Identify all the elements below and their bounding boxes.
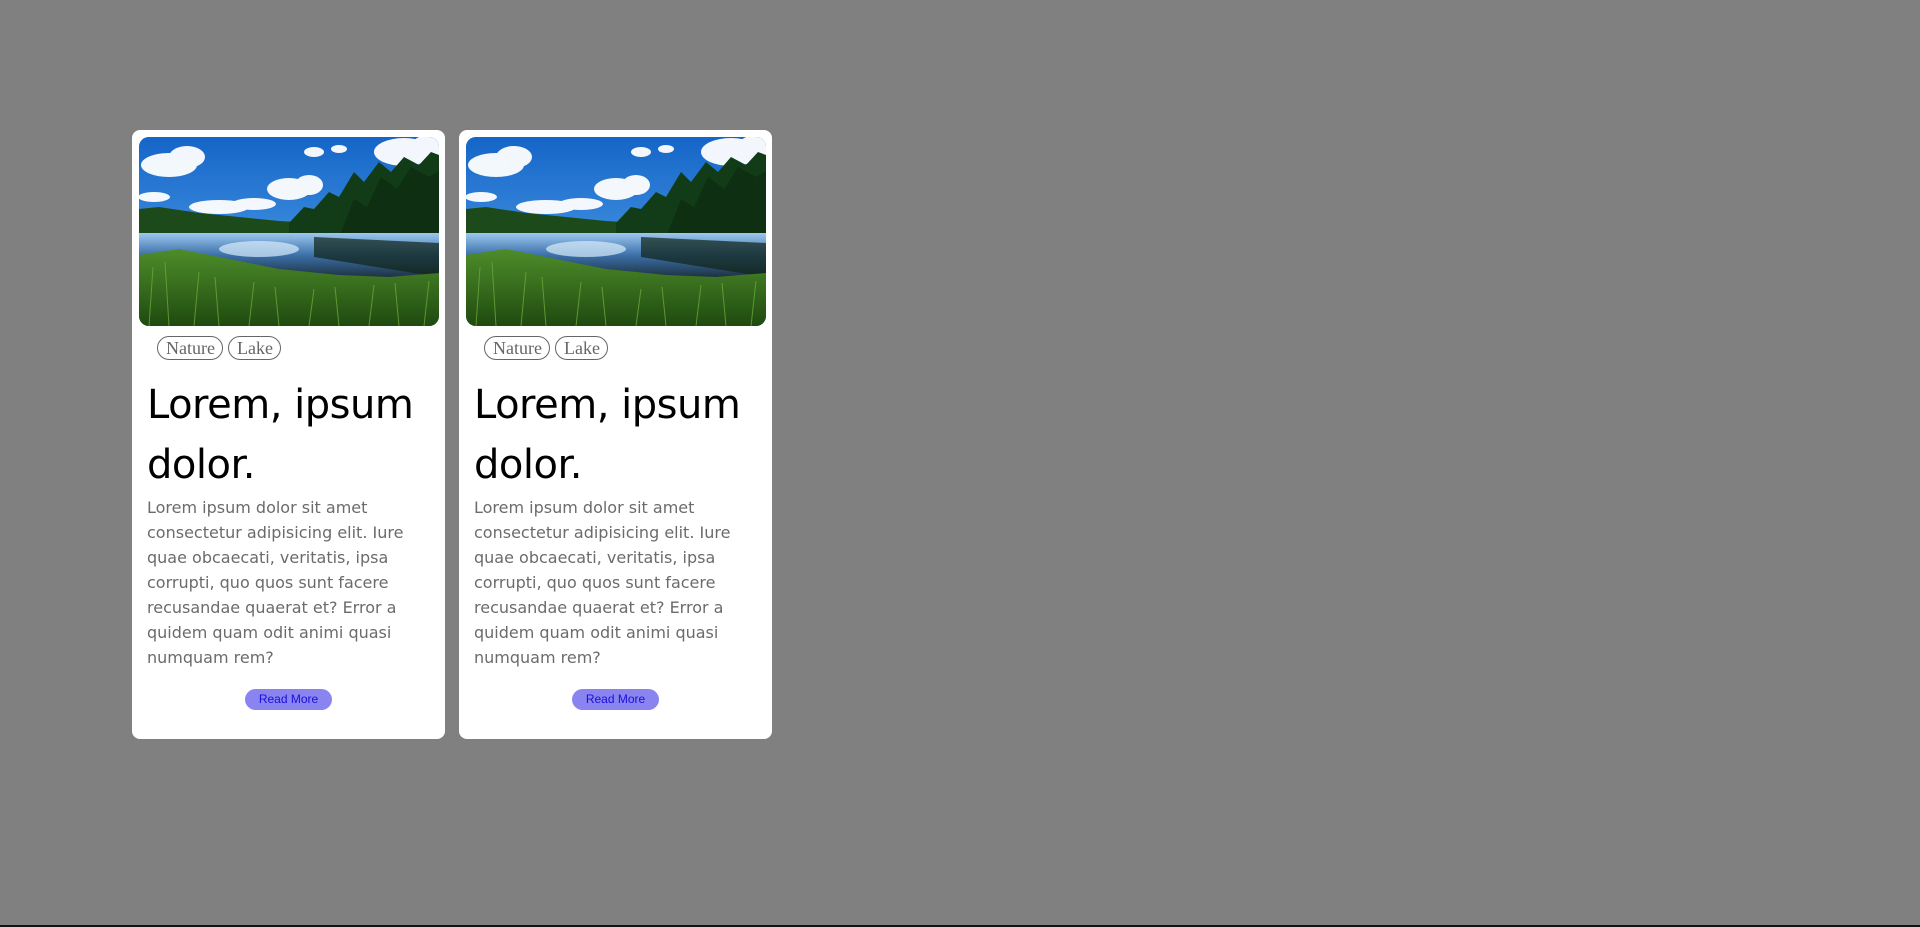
lake-landscape-image	[466, 137, 766, 326]
card-title-line-1: Lorem, ipsum	[474, 382, 741, 428]
tag-list: Nature Lake	[157, 336, 281, 360]
read-more-button[interactable]: Read More	[245, 689, 332, 710]
card: Nature Lake Lorem, ipsum dolor. Lorem ips…	[132, 130, 445, 739]
card-description: Lorem ipsum dolor sit amet consectetur a…	[474, 498, 731, 667]
card-title-line-2: dolor.	[147, 442, 255, 488]
card: Nature Lake Lorem, ipsum dolor. Lorem ips…	[459, 130, 772, 739]
card-title: Lorem, ipsum dolor.	[147, 375, 437, 495]
tag-lake[interactable]: Lake	[227, 336, 281, 360]
tag-nature[interactable]: Nature	[484, 336, 550, 360]
card-title: Lorem, ipsum dolor.	[474, 375, 764, 495]
page: { "cards": [ { "image_alt": "lake-landsc…	[0, 0, 1920, 927]
card-description: Lorem ipsum dolor sit amet consectetur a…	[147, 498, 404, 667]
card-image	[139, 137, 439, 326]
tag-lake[interactable]: Lake	[554, 336, 608, 360]
card-title-line-1: Lorem, ipsum	[147, 382, 414, 428]
card-image	[466, 137, 766, 326]
tag-nature[interactable]: Nature	[157, 336, 223, 360]
lake-landscape-image	[139, 137, 439, 326]
read-more-button[interactable]: Read More	[572, 689, 659, 710]
card-title-line-2: dolor.	[474, 442, 582, 488]
tag-list: Nature Lake	[484, 336, 608, 360]
